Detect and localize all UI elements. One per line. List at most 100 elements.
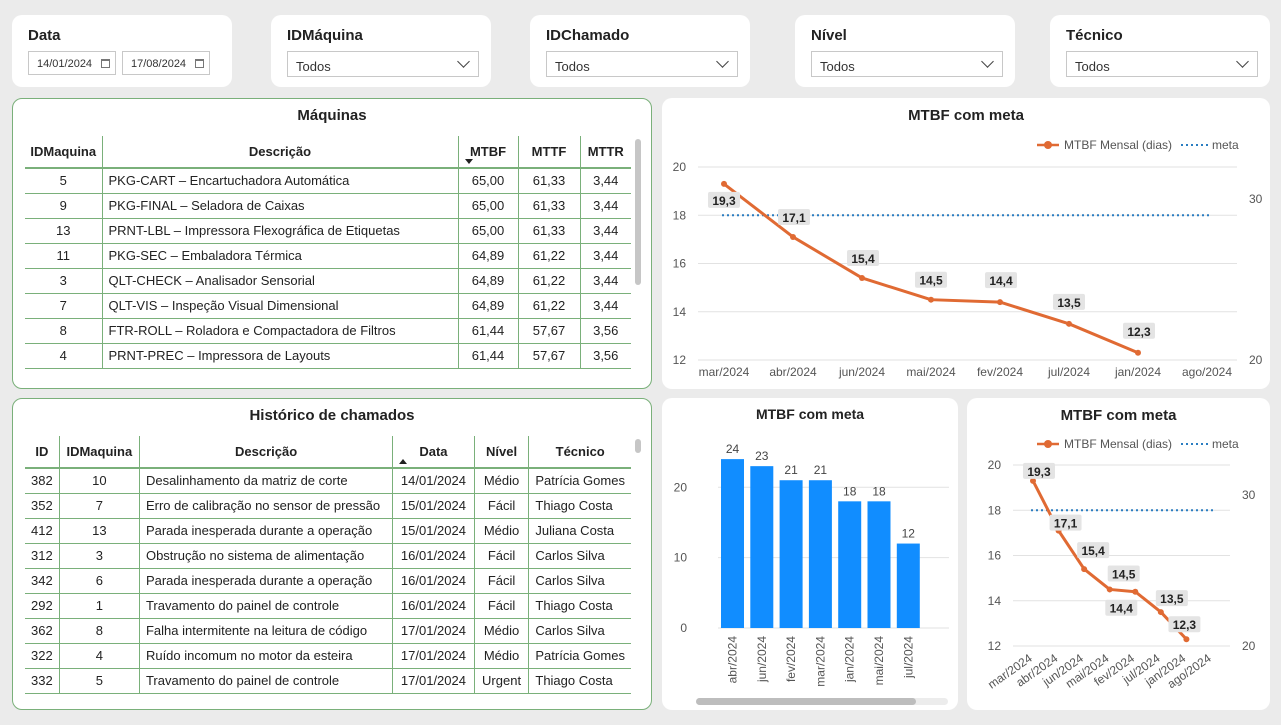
- nivel-dropdown[interactable]: Todos: [811, 51, 1003, 77]
- table-cell: 362: [25, 618, 60, 644]
- chamado-dropdown[interactable]: Todos: [546, 51, 738, 77]
- bar-value-label: 21: [784, 463, 798, 477]
- table-row[interactable]: 382 10 Desalinhamento da matriz de corte 14…: [25, 468, 631, 494]
- start-date-input[interactable]: 14/01/2024: [28, 51, 116, 75]
- data-point: [721, 180, 727, 187]
- table-cell: Obstrução no sistema de alimentação: [138, 543, 394, 569]
- chamado-slicer-title: IDChamado: [546, 27, 630, 44]
- table-cell: 8: [58, 618, 140, 644]
- data-label: 19,3: [1027, 465, 1051, 479]
- maquinas-scrollbar[interactable]: [635, 139, 641, 285]
- date-slicer-title: Data: [28, 27, 61, 44]
- table-cell: 3,44: [579, 193, 631, 219]
- table-cell: 312: [25, 543, 60, 569]
- table-row[interactable]: 362 8 Falha intermitente na leitura de cód…: [25, 618, 631, 644]
- x-tick-label: abr/2024: [726, 636, 740, 684]
- table-row[interactable]: 11 PKG-SEC – Embaladora Térmica 64,89 61,22…: [25, 243, 631, 269]
- mtbf-bar-chart[interactable]: MTBF com meta 0 10 20 24 abr/2024 23 jun/2024 21…: [662, 398, 958, 710]
- mtbf-small-line-chart-panel: MTBF com meta MTBF Mensal (dias) meta 12 14 1…: [967, 398, 1270, 710]
- mtbf-line-chart-panel: MTBF com meta MTBF Mensal (dias) meta 12 14 1…: [662, 98, 1270, 389]
- table-cell: 61,44: [457, 318, 519, 344]
- table-cell: Travamento do painel de controle: [138, 593, 394, 619]
- table-row[interactable]: 8 FTR-ROLL – Roladora e Compactadora de F…: [25, 318, 631, 344]
- mtbf-small-line-chart[interactable]: MTBF com meta MTBF Mensal (dias) meta 12 14 1…: [967, 398, 1270, 710]
- table-row[interactable]: 322 4 Ruído incomum no motor da esteira 17/…: [25, 643, 631, 669]
- y2-tick-label: 30: [1242, 488, 1256, 502]
- data-point: [1106, 586, 1113, 593]
- historico-panel: Histórico de chamados ID IDMaquina Descr…: [12, 398, 652, 710]
- bar: [808, 480, 832, 628]
- table-cell: PKG-CART – Encartuchadora Automática: [101, 168, 459, 194]
- table-cell: 3,44: [579, 268, 631, 294]
- y-tick-label: 14: [673, 305, 687, 319]
- bar: [779, 480, 803, 628]
- y-tick-label: 14: [988, 594, 1002, 608]
- column-header-descricao[interactable]: Descrição: [138, 436, 394, 469]
- chart-scrollbar-thumb: [696, 698, 916, 705]
- column-header-id[interactable]: ID: [25, 436, 60, 469]
- table-cell: 61,22: [517, 243, 581, 269]
- nivel-slicer-title: Nível: [811, 27, 847, 44]
- maquinas-table: IDMaquina Descrição MTBF MTTF MTTR 5 PKG-…: [25, 136, 631, 369]
- tecnico-slicer-title: Técnico: [1066, 27, 1123, 44]
- table-row[interactable]: 9 PKG-FINAL – Seladora de Caixas 65,00 61,3…: [25, 193, 631, 219]
- maquinas-panel: Máquinas IDMaquina Descrição MTBF MTTF M…: [12, 98, 652, 389]
- data-point: [928, 296, 934, 303]
- table-cell: Fácil: [473, 568, 530, 594]
- calendar-icon[interactable]: [101, 59, 110, 68]
- column-header-descricao[interactable]: Descrição: [101, 136, 459, 169]
- table-cell: 292: [25, 593, 60, 619]
- column-header-nivel[interactable]: Nível: [473, 436, 530, 469]
- data-label: 14,5: [919, 274, 943, 288]
- legend-label: meta: [1212, 437, 1239, 451]
- nivel-dropdown-value: Todos: [820, 59, 855, 74]
- historico-table: ID IDMaquina Descrição Data Nível Técnic…: [25, 436, 631, 694]
- table-cell: 65,00: [457, 193, 519, 219]
- column-header-mtbf[interactable]: MTBF: [457, 136, 519, 169]
- mtbf-line-chart[interactable]: MTBF com meta MTBF Mensal (dias) meta 12 14 1…: [662, 98, 1270, 389]
- table-cell: 342: [25, 568, 60, 594]
- column-header-idmaquina[interactable]: IDMaquina: [58, 436, 140, 469]
- y-tick-label: 12: [988, 639, 1002, 653]
- table-cell: Erro de calibração no sensor de pressão: [138, 493, 394, 519]
- table-row[interactable]: 412 13 Parada inesperada durante a operaçã…: [25, 518, 631, 544]
- table-cell: Carlos Silva: [528, 568, 631, 594]
- table-cell: 7: [25, 293, 103, 319]
- table-row[interactable]: 4 PRNT-PREC – Impressora de Layouts 61,44 5…: [25, 343, 631, 369]
- column-header-tecnico[interactable]: Técnico: [528, 436, 631, 469]
- column-header-mttr[interactable]: MTTR: [579, 136, 631, 169]
- table-row[interactable]: 312 3 Obstrução no sistema de alimentação 1…: [25, 543, 631, 569]
- table-cell: 9: [25, 193, 103, 219]
- historico-table-viewport[interactable]: ID IDMaquina Descrição Data Nível Técnic…: [25, 436, 631, 701]
- column-header-mttf[interactable]: MTTF: [517, 136, 581, 169]
- table-row[interactable]: 352 7 Erro de calibração no sensor de pres…: [25, 493, 631, 519]
- table-cell: 352: [25, 493, 60, 519]
- table-row[interactable]: 342 6 Parada inesperada durante a operação…: [25, 568, 631, 594]
- column-header-data[interactable]: Data: [392, 436, 475, 469]
- legend-label: MTBF Mensal (dias): [1064, 138, 1172, 152]
- maquinas-table-viewport[interactable]: IDMaquina Descrição MTBF MTTF MTTR 5 PKG-…: [25, 136, 631, 379]
- data-label: 14,5: [1112, 567, 1136, 581]
- table-row[interactable]: 13 PRNT-LBL – Impressora Flexográfica de …: [25, 218, 631, 244]
- table-cell: Patrícia Gomes: [528, 643, 631, 669]
- data-label: 15,4: [851, 252, 875, 266]
- table-row[interactable]: 5 PKG-CART – Encartuchadora Automática 65,…: [25, 168, 631, 194]
- column-header-idmaquina[interactable]: IDMaquina: [25, 136, 103, 169]
- end-date-input[interactable]: 17/08/2024: [122, 51, 210, 75]
- table-row[interactable]: 332 5 Travamento do painel de controle 17/0…: [25, 668, 631, 694]
- maquina-dropdown[interactable]: Todos: [287, 51, 479, 77]
- chevron-down-icon: [1236, 55, 1249, 68]
- table-cell: 3,44: [579, 168, 631, 194]
- historico-scrollbar[interactable]: [635, 439, 641, 453]
- table-row[interactable]: 292 1 Travamento do painel de controle 16/0…: [25, 593, 631, 619]
- calendar-icon[interactable]: [195, 59, 204, 68]
- data-label: 14,4: [989, 274, 1013, 288]
- table-row[interactable]: 3 QLT-CHECK – Analisador Sensorial 64,89 61…: [25, 268, 631, 294]
- table-cell: QLT-VIS – Inspeção Visual Dimensional: [101, 293, 459, 319]
- table-row[interactable]: 7 QLT-VIS – Inspeção Visual Dimensional 64…: [25, 293, 631, 319]
- table-cell: 5: [58, 668, 140, 694]
- tecnico-dropdown[interactable]: Todos: [1066, 51, 1258, 77]
- table-cell: 332: [25, 668, 60, 694]
- x-tick-label: mar/2024: [699, 365, 750, 379]
- x-tick-label: fev/2024: [784, 636, 798, 682]
